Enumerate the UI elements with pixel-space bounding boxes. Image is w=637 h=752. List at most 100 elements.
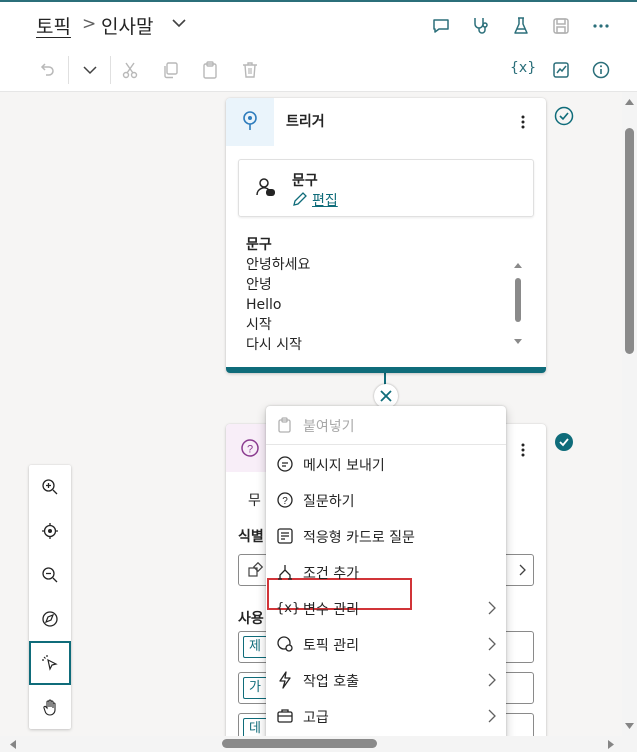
save-icon[interactable] — [551, 16, 571, 36]
svg-text:?: ? — [247, 444, 253, 456]
canvas-tools-panel — [29, 465, 71, 729]
top-bar: 토픽 > 인사말 — [0, 0, 637, 48]
briefcase-icon — [276, 707, 294, 725]
phrases-box: 문구 편집 — [238, 159, 534, 217]
question-text: 무 — [248, 493, 261, 509]
menu-item-label: 변수 관리 — [303, 602, 359, 618]
add-node-menu: 붙여넣기 메시지 보내기 ? 질문하기 적응형 카드로 질문 조건 추가 {x}… — [266, 406, 506, 738]
scroll-left-arrow-icon[interactable] — [9, 740, 16, 749]
phrases-list-title: 문구 — [246, 237, 272, 253]
chevron-right-icon — [486, 601, 498, 615]
menu-item-send-message[interactable]: 메시지 보내기 — [266, 447, 506, 483]
menu-item-label: 고급 — [303, 710, 329, 726]
paste-icon — [276, 416, 294, 434]
zoom-out-icon[interactable] — [29, 553, 71, 597]
vertical-scroll-thumb[interactable] — [625, 128, 634, 354]
menu-item-label: 질문하기 — [303, 494, 355, 510]
menu-item-label: 토픽 관리 — [303, 638, 359, 654]
chevron-down-icon[interactable] — [80, 60, 100, 80]
fit-view-icon[interactable] — [29, 509, 71, 553]
authoring-canvas[interactable]: 트리거 문구 편집 문구 안녕하세요 안녕 Hello 시작 다시 시작 ? 무… — [0, 92, 622, 738]
menu-item-adaptive-card[interactable]: 적응형 카드로 질문 — [266, 519, 506, 555]
menu-item-call-action[interactable]: 작업 호출 — [266, 663, 506, 699]
stethoscope-icon[interactable] — [471, 16, 491, 36]
menu-item-advanced[interactable]: 고급 — [266, 699, 506, 735]
menu-item-variable-management[interactable]: {x} 변수 관리 — [266, 591, 506, 627]
lightning-icon — [276, 671, 294, 689]
scroll-up-arrow-icon[interactable] — [625, 98, 634, 105]
chevron-right-icon — [486, 637, 498, 651]
chevron-right-icon — [486, 673, 498, 687]
toolbar-divider — [110, 56, 111, 84]
phrase-item: 시작 — [246, 317, 272, 333]
scroll-down-arrow-icon[interactable] — [513, 338, 523, 346]
svg-text:?: ? — [282, 496, 288, 507]
variable-icon: {x} — [276, 601, 301, 616]
flask-icon[interactable] — [511, 16, 531, 36]
more-vertical-icon[interactable] — [520, 441, 526, 459]
phrases-list: 안녕하세요 안녕 Hello 시작 다시 시작 — [246, 255, 506, 355]
menu-item-label: 적응형 카드로 질문 — [303, 530, 415, 546]
menu-item-paste[interactable]: 붙여넣기 — [266, 408, 506, 444]
check-circle-filled-icon — [554, 432, 574, 452]
trigger-node[interactable]: 트리거 문구 편집 문구 안녕하세요 안녕 Hello 시작 다시 시작 — [226, 98, 546, 373]
phrase-item: 안녕 — [246, 277, 272, 293]
close-icon[interactable] — [374, 384, 398, 408]
chat-icon[interactable] — [431, 16, 451, 36]
delete-icon[interactable] — [240, 60, 260, 80]
identify-label: 식별 — [238, 529, 264, 545]
zoom-in-icon[interactable] — [29, 465, 71, 509]
more-icon[interactable] — [591, 16, 611, 36]
pan-icon[interactable] — [29, 685, 71, 729]
toolbar-divider — [68, 56, 69, 84]
menu-item-label: 메시지 보내기 — [303, 458, 385, 474]
undo-icon[interactable] — [37, 60, 57, 80]
menu-item-ask-question[interactable]: ? 질문하기 — [266, 483, 506, 519]
menu-item-add-condition[interactable]: 조건 추가 — [266, 555, 506, 591]
check-circle-icon — [554, 106, 574, 126]
page-title: 인사말 — [101, 16, 154, 38]
select-tool-button[interactable] — [29, 641, 71, 685]
chevron-down-icon[interactable] — [172, 18, 186, 28]
menu-item-label: 작업 호출 — [303, 674, 359, 690]
paste-icon[interactable] — [200, 60, 220, 80]
info-icon[interactable] — [591, 60, 611, 80]
topic-icon — [276, 635, 294, 653]
copy-icon[interactable] — [160, 60, 180, 80]
scroll-right-arrow-icon[interactable] — [608, 740, 615, 749]
vertical-scrollbar[interactable] — [622, 92, 637, 738]
lightbulb-icon — [226, 98, 274, 146]
analytics-icon[interactable] — [551, 60, 571, 80]
phrase-item: 안녕하세요 — [246, 257, 311, 273]
menu-item-topic-management[interactable]: 토픽 관리 — [266, 627, 506, 663]
phrases-scroll-thumb[interactable] — [515, 278, 521, 322]
pencil-icon[interactable] — [292, 191, 308, 207]
cut-icon[interactable] — [120, 60, 140, 80]
more-vertical-icon[interactable] — [520, 113, 526, 131]
trigger-bottom-bar — [226, 367, 546, 373]
variables-button[interactable]: {x} — [510, 60, 536, 76]
question-icon: ? — [276, 491, 294, 509]
horizontal-scroll-thumb[interactable] — [222, 739, 377, 748]
branch-icon — [276, 563, 294, 581]
scroll-down-arrow-icon[interactable] — [625, 723, 634, 730]
phrase-item: Hello — [246, 297, 282, 313]
minimap-icon[interactable] — [29, 597, 71, 641]
scroll-up-arrow-icon[interactable] — [513, 261, 523, 269]
breadcrumb-root[interactable]: 토픽 — [36, 12, 71, 39]
select-icon — [42, 655, 58, 671]
entity-icon — [247, 562, 263, 578]
editor-toolbar: {x} — [0, 48, 637, 92]
node-title: 트리거 — [286, 114, 325, 130]
menu-item-label: 조건 추가 — [303, 566, 359, 582]
breadcrumb-separator: > — [82, 14, 97, 34]
horizontal-scrollbar[interactable] — [0, 736, 637, 752]
phrase-item: 다시 시작 — [246, 337, 302, 353]
use-label: 사용 — [238, 611, 264, 627]
adaptive-card-icon — [276, 527, 294, 545]
menu-divider — [266, 444, 506, 445]
chevron-right-icon[interactable] — [519, 564, 527, 576]
edit-link[interactable]: 편집 — [312, 190, 338, 210]
message-icon — [276, 455, 294, 473]
menu-item-label: 붙여넣기 — [303, 419, 355, 435]
